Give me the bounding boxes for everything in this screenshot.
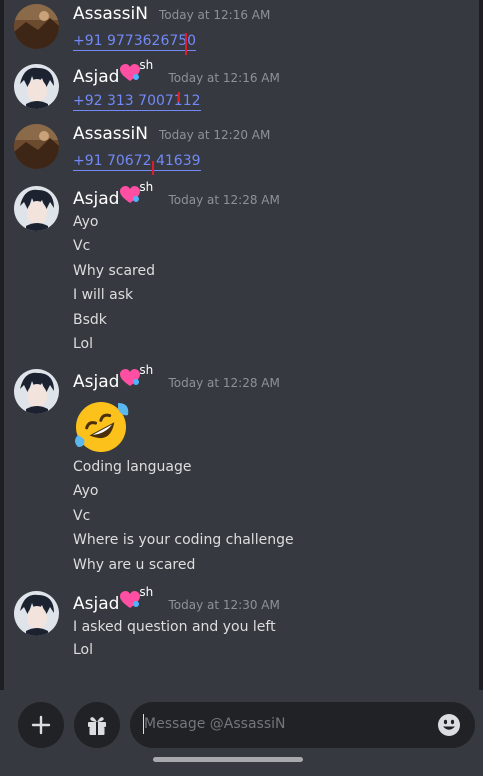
message-line: Bsdk bbox=[73, 312, 107, 328]
timestamp: Today at 12:20 AM bbox=[159, 128, 271, 142]
avatar[interactable] bbox=[14, 124, 59, 169]
heart-emoji: sh bbox=[119, 585, 157, 609]
avatar[interactable] bbox=[14, 591, 59, 636]
phone-link[interactable]: +91 9773626750 bbox=[73, 33, 197, 51]
message-line: Where is your coding challenge bbox=[73, 532, 294, 548]
gift-button[interactable] bbox=[74, 702, 120, 748]
timestamp: Today at 12:16 AM bbox=[168, 71, 280, 85]
add-attachment-button[interactable] bbox=[18, 702, 64, 748]
message-line: Ayo bbox=[73, 214, 99, 230]
message-line: Ayo bbox=[73, 483, 99, 499]
redaction-mark bbox=[178, 92, 180, 102]
timestamp: Today at 12:16 AM bbox=[159, 8, 271, 22]
avatar[interactable] bbox=[14, 186, 59, 231]
redaction-mark bbox=[185, 33, 187, 55]
message-line: Why scared bbox=[73, 263, 155, 279]
avatar[interactable] bbox=[14, 4, 59, 49]
message-input[interactable]: Message @AssassiN bbox=[130, 702, 475, 748]
message-line: I will ask bbox=[73, 287, 134, 303]
timestamp: Today at 12:28 AM bbox=[168, 376, 280, 390]
avatar[interactable] bbox=[14, 64, 59, 109]
username[interactable]: Asjad bbox=[73, 189, 119, 209]
username-suffix: sh bbox=[139, 180, 154, 194]
username[interactable]: Asjad bbox=[73, 67, 119, 87]
message-line: I asked question and you left bbox=[73, 619, 276, 635]
message-line: Vc bbox=[73, 238, 91, 254]
username-suffix: sh bbox=[139, 363, 154, 377]
message-header: Asjad sh Today at 12:28 AM bbox=[73, 180, 280, 209]
right-edge bbox=[479, 0, 483, 776]
username-suffix: sh bbox=[139, 58, 154, 72]
plus-icon bbox=[31, 715, 51, 735]
timestamp: Today at 12:28 AM bbox=[168, 193, 280, 207]
username[interactable]: AssassiN bbox=[73, 4, 148, 24]
message-content: +91 70672 41639 bbox=[73, 153, 201, 171]
message-line: Why are u scared bbox=[73, 557, 196, 573]
left-edge bbox=[0, 0, 4, 776]
home-indicator[interactable] bbox=[153, 757, 303, 762]
message-header: Asjad sh Today at 12:28 AM bbox=[73, 363, 280, 392]
heart-emoji: sh bbox=[119, 58, 157, 82]
message-input-placeholder: Message @AssassiN bbox=[144, 716, 286, 732]
username[interactable]: Asjad bbox=[73, 594, 119, 614]
message-line: Coding language bbox=[73, 459, 192, 475]
username-suffix: sh bbox=[139, 585, 154, 599]
message-line: Vc bbox=[73, 508, 91, 524]
rolling-on-floor-laughing-emoji[interactable] bbox=[72, 397, 130, 459]
message-content: +92 313 7007112 bbox=[73, 93, 201, 111]
heart-emoji: sh bbox=[119, 363, 157, 387]
message-header: AssassiN Today at 12:16 AM bbox=[73, 4, 270, 26]
message-header: Asjad sh Today at 12:30 AM bbox=[73, 585, 280, 614]
username[interactable]: Asjad bbox=[73, 372, 119, 392]
message-content: +91 9773626750 bbox=[73, 33, 197, 51]
timestamp: Today at 12:30 AM bbox=[168, 598, 280, 612]
heart-emoji: sh bbox=[119, 180, 157, 204]
phone-link[interactable]: +91 70672 41639 bbox=[73, 153, 201, 171]
message-header: Asjad sh Today at 12:16 AM bbox=[73, 58, 280, 87]
dm-screen: AssassiN Today at 12:16 AM +91 977362675… bbox=[0, 0, 483, 776]
phone-link[interactable]: +92 313 7007112 bbox=[73, 93, 201, 111]
message-line: Lol bbox=[73, 336, 94, 352]
avatar[interactable] bbox=[14, 369, 59, 414]
message-header: AssassiN Today at 12:20 AM bbox=[73, 124, 270, 146]
message-line: Lol bbox=[73, 642, 94, 658]
redaction-mark bbox=[152, 161, 154, 175]
message-composer: Message @AssassiN bbox=[0, 690, 483, 776]
username[interactable]: AssassiN bbox=[73, 124, 148, 144]
gift-icon bbox=[88, 717, 106, 735]
smiley-icon[interactable] bbox=[437, 713, 461, 737]
